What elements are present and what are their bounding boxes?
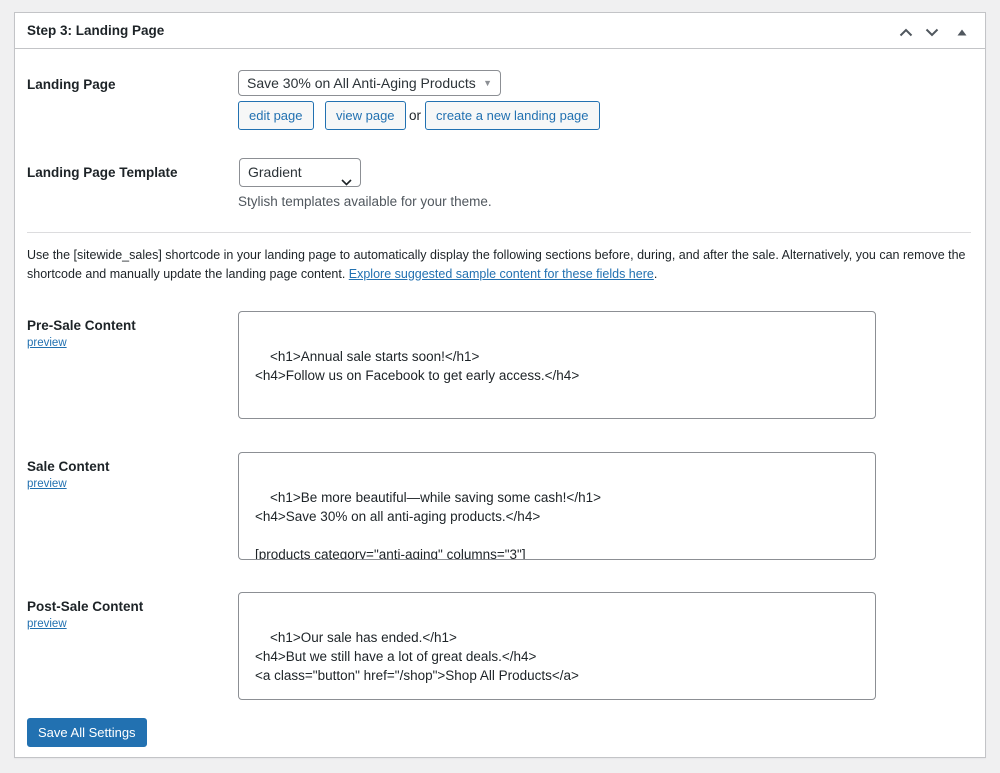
sample-content-link[interactable]: Explore suggested sample content for the… bbox=[349, 267, 654, 281]
panel-title: Step 3: Landing Page bbox=[27, 23, 165, 38]
template-description: Stylish templates available for your the… bbox=[238, 194, 492, 209]
pre-sale-preview-link[interactable]: preview bbox=[27, 337, 67, 349]
dropdown-triangle-icon: ▼ bbox=[483, 78, 492, 88]
post-sale-preview-link[interactable]: preview bbox=[27, 618, 67, 630]
pre-sale-label: Pre-Sale Content bbox=[27, 318, 136, 333]
template-select[interactable]: Gradient bbox=[239, 158, 361, 187]
save-all-settings-button[interactable]: Save All Settings bbox=[27, 718, 147, 747]
or-separator: or bbox=[409, 108, 422, 123]
chevron-up-icon bbox=[899, 28, 913, 37]
panel-handle-actions bbox=[893, 21, 975, 43]
resize-handle-icon[interactable] bbox=[865, 549, 874, 558]
template-select-value: Gradient bbox=[248, 164, 302, 180]
panel-header: Step 3: Landing Page bbox=[15, 13, 985, 49]
sale-content-textarea[interactable]: <h1>Be more beautiful—while saving some … bbox=[238, 452, 876, 560]
shortcode-instructions: Use the [sitewide_sales] shortcode in yo… bbox=[27, 246, 967, 284]
create-landing-page-button[interactable]: create a new landing page bbox=[425, 101, 600, 130]
landing-page-label: Landing Page bbox=[27, 77, 116, 92]
chevron-down-icon bbox=[341, 168, 352, 195]
instructions-suffix: . bbox=[653, 267, 658, 281]
resize-handle-icon[interactable] bbox=[865, 689, 874, 698]
sale-label: Sale Content bbox=[27, 459, 110, 474]
resize-handle-icon[interactable] bbox=[865, 408, 874, 417]
pre-sale-content-value: <h1>Annual sale starts soon!</h1> <h4>Fo… bbox=[255, 349, 580, 383]
move-up-button[interactable] bbox=[893, 21, 919, 43]
post-sale-content-textarea[interactable]: <h1>Our sale has ended.</h1> <h4>But we … bbox=[238, 592, 876, 700]
landing-page-select-value: Save 30% on All Anti-Aging Products bbox=[247, 75, 476, 91]
edit-page-button[interactable]: edit page bbox=[238, 101, 314, 130]
toggle-arrow-up-icon bbox=[957, 29, 967, 36]
template-label: Landing Page Template bbox=[27, 165, 178, 180]
view-page-button[interactable]: view page bbox=[325, 101, 406, 130]
move-down-button[interactable] bbox=[919, 21, 945, 43]
landing-page-select[interactable]: Save 30% on All Anti-Aging Products ▼ bbox=[238, 70, 501, 96]
section-divider bbox=[27, 232, 971, 233]
pre-sale-content-textarea[interactable]: <h1>Annual sale starts soon!</h1> <h4>Fo… bbox=[238, 311, 876, 419]
sale-content-value: <h1>Be more beautiful—while saving some … bbox=[255, 490, 601, 560]
chevron-down-icon bbox=[925, 28, 939, 37]
post-sale-label: Post-Sale Content bbox=[27, 599, 144, 614]
post-sale-content-value: <h1>Our sale has ended.</h1> <h4>But we … bbox=[255, 630, 579, 683]
sale-preview-link[interactable]: preview bbox=[27, 478, 67, 490]
toggle-panel-button[interactable] bbox=[949, 21, 975, 43]
landing-page-panel: Step 3: Landing Page Landing Page Save 3… bbox=[14, 12, 986, 758]
